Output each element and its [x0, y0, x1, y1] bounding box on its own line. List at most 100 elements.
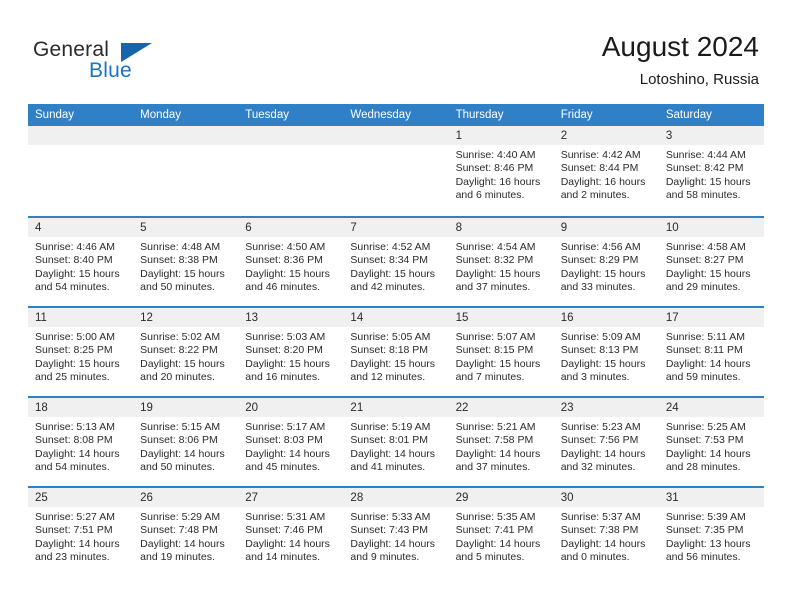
sunrise-text: Sunrise: 5:37 AM [560, 511, 641, 523]
day-cell[interactable]: 6 Sunrise: 4:50 AM Sunset: 8:36 PM Daylight… [238, 218, 344, 306]
day-number: 10 [665, 222, 679, 234]
sunset-text: Sunset: 8:25 PM [35, 344, 113, 357]
general-blue-logo[interactable]: General Blue [33, 38, 233, 88]
day-info: Sunrise: 5:15 AM Sunset: 8:06 PM Daylight:… [133, 417, 238, 475]
day-cell[interactable]: 13 Sunrise: 5:03 AM Sunset: 8:20 PM Dayligh… [238, 308, 344, 396]
day-number: 25 [35, 492, 48, 504]
day-cell[interactable]: 26 Sunrise: 5:29 AM Sunset: 7:48 PM Dayligh… [133, 488, 239, 576]
daylight-text: and 46 minutes. [245, 281, 320, 294]
sunrise-text: Sunrise: 4:48 AM [140, 241, 221, 253]
day-info: Sunrise: 4:54 AM Sunset: 8:32 PM Daylight:… [449, 237, 554, 295]
day-number: 5 [140, 222, 147, 234]
week-row: 18 Sunrise: 5:13 AM Sunset: 8:08 PM Dayligh… [28, 396, 764, 486]
day-info: Sunrise: 5:19 AM Sunset: 8:01 PM Daylight:… [343, 417, 448, 475]
day-number-strip: 26 [133, 488, 239, 507]
day-cell[interactable]: 27 Sunrise: 5:31 AM Sunset: 7:46 PM Dayligh… [238, 488, 344, 576]
day-number: 9 [560, 222, 568, 234]
day-number: 23 [560, 402, 574, 414]
day-number: 16 [560, 312, 574, 324]
day-number-strip: 6 [238, 218, 344, 237]
day-cell[interactable]: 14 Sunrise: 5:05 AM Sunset: 8:18 PM Dayligh… [343, 308, 449, 396]
day-number: 11 [35, 312, 47, 324]
sunset-text: Sunset: 8:08 PM [35, 434, 113, 447]
sunset-text: Sunset: 8:22 PM [140, 344, 218, 357]
day-cell[interactable]: 4 Sunrise: 4:46 AM Sunset: 8:40 PM Daylight… [28, 218, 134, 306]
day-cell[interactable]: 15 Sunrise: 5:07 AM Sunset: 8:15 PM Dayligh… [448, 308, 554, 396]
day-number-strip: 2 [553, 126, 659, 145]
day-cell[interactable]: 8 Sunrise: 4:54 AM Sunset: 8:32 PM Daylight… [448, 218, 554, 306]
day-cell[interactable]: 31 Sunrise: 5:39 AM Sunset: 7:35 PM Dayligh… [658, 488, 764, 576]
day-cell[interactable]: 24 Sunrise: 5:25 AM Sunset: 7:53 PM Dayligh… [658, 398, 764, 486]
day-number-strip: 9 [553, 218, 659, 237]
day-cell[interactable]: 23 Sunrise: 5:23 AM Sunset: 7:56 PM Dayligh… [553, 398, 659, 486]
day-info: Sunrise: 5:35 AM Sunset: 7:41 PM Daylight:… [449, 507, 554, 565]
day-number: 7 [350, 222, 357, 234]
day-cell[interactable]: 17 Sunrise: 5:11 AM Sunset: 8:11 PM Dayligh… [658, 308, 764, 396]
sunset-text: Sunset: 7:56 PM [560, 434, 639, 447]
day-cell[interactable]: 16 Sunrise: 5:09 AM Sunset: 8:13 PM Dayligh… [553, 308, 659, 396]
day-cell[interactable]: 9 Sunrise: 4:56 AM Sunset: 8:29 PM Daylight… [553, 218, 659, 306]
day-cell[interactable]: 1 Sunrise: 4:40 AM Sunset: 8:46 PM Daylight… [448, 126, 554, 216]
day-cell[interactable]: 7 Sunrise: 4:52 AM Sunset: 8:34 PM Daylight… [343, 218, 449, 306]
day-number-strip: 1 [448, 126, 554, 145]
day-number-strip: 5 [133, 218, 239, 237]
daylight-text: Daylight: 15 hours [140, 357, 225, 370]
sunrise-text: Sunrise: 5:29 AM [140, 511, 221, 523]
sunrise-text: Sunrise: 5:05 AM [350, 331, 431, 343]
day-number-strip: 13 [238, 308, 344, 327]
daylight-text: Daylight: 14 hours [350, 447, 436, 460]
daylight-text: Daylight: 15 hours [245, 357, 330, 370]
day-number: 24 [665, 402, 679, 414]
day-cell[interactable]: 21 Sunrise: 5:19 AM Sunset: 8:01 PM Dayligh… [343, 398, 449, 486]
day-number: 26 [140, 492, 153, 504]
sunrise-text: Sunrise: 5:39 AM [665, 511, 746, 523]
day-cell[interactable]: 10 Sunrise: 4:58 AM Sunset: 8:27 PM Dayligh… [658, 218, 764, 306]
daylight-text: Daylight: 15 hours [665, 175, 751, 188]
daylight-text: and 5 minutes. [455, 551, 525, 564]
daylight-text: and 12 minutes. [350, 371, 426, 384]
sunrise-text: Sunrise: 4:54 AM [455, 241, 536, 253]
day-number: 17 [665, 312, 679, 324]
daylight-text: Daylight: 15 hours [665, 267, 751, 280]
daylight-text: and 2 minutes. [560, 189, 630, 202]
daylight-text: Daylight: 15 hours [140, 267, 225, 280]
day-info: Sunrise: 5:00 AM Sunset: 8:25 PM Daylight:… [28, 327, 133, 385]
day-info: Sunrise: 5:25 AM Sunset: 7:53 PM Daylight:… [659, 417, 764, 475]
day-cell[interactable]: 11 Sunrise: 5:00 AM Sunset: 8:25 PM Dayligh… [28, 308, 134, 396]
sunrise-text: Sunrise: 4:46 AM [35, 241, 115, 253]
daylight-text: Daylight: 14 hours [560, 537, 646, 550]
day-cell[interactable]: 30 Sunrise: 5:37 AM Sunset: 7:38 PM Dayligh… [553, 488, 659, 576]
day-cell[interactable]: 19 Sunrise: 5:15 AM Sunset: 8:06 PM Dayligh… [133, 398, 239, 486]
day-number: 18 [35, 402, 48, 414]
sunset-text: Sunset: 7:58 PM [455, 434, 534, 447]
day-info: Sunrise: 5:03 AM Sunset: 8:20 PM Daylight:… [238, 327, 343, 385]
day-cell[interactable]: 20 Sunrise: 5:17 AM Sunset: 8:03 PM Dayligh… [238, 398, 344, 486]
daylight-text: and 41 minutes. [350, 461, 426, 474]
week-row: 4 Sunrise: 4:46 AM Sunset: 8:40 PM Daylight… [28, 216, 764, 306]
day-number-strip: 23 [553, 398, 659, 417]
day-info: Sunrise: 5:13 AM Sunset: 8:08 PM Daylight:… [28, 417, 133, 475]
day-number: 20 [245, 402, 259, 414]
day-cell[interactable]: 25 Sunrise: 5:27 AM Sunset: 7:51 PM Dayligh… [28, 488, 134, 576]
daylight-text: and 59 minutes. [665, 371, 741, 384]
weekday-header-monday: Monday [140, 109, 182, 121]
day-cell[interactable]: 3 Sunrise: 4:44 AM Sunset: 8:42 PM Daylight… [658, 126, 764, 216]
sunrise-text: Sunrise: 5:11 AM [665, 331, 746, 343]
day-number: 28 [350, 492, 364, 504]
daylight-text: and 19 minutes. [140, 551, 215, 564]
day-cell[interactable]: 5 Sunrise: 4:48 AM Sunset: 8:38 PM Daylight… [133, 218, 239, 306]
sunrise-text: Sunrise: 4:50 AM [245, 241, 326, 253]
day-number: 19 [140, 402, 153, 414]
day-cell[interactable]: 12 Sunrise: 5:02 AM Sunset: 8:22 PM Dayligh… [133, 308, 239, 396]
sunrise-text: Sunrise: 5:33 AM [350, 511, 431, 523]
daylight-text: Daylight: 14 hours [245, 537, 330, 550]
daylight-text: and 50 minutes. [140, 461, 215, 474]
day-cell[interactable]: 29 Sunrise: 5:35 AM Sunset: 7:41 PM Dayligh… [448, 488, 554, 576]
day-cell[interactable]: 2 Sunrise: 4:42 AM Sunset: 8:44 PM Daylight… [553, 126, 659, 216]
day-number-strip: 16 [553, 308, 659, 327]
day-cell[interactable]: 18 Sunrise: 5:13 AM Sunset: 8:08 PM Dayligh… [28, 398, 134, 486]
daylight-text: Daylight: 14 hours [455, 537, 541, 550]
day-cell[interactable]: 22 Sunrise: 5:21 AM Sunset: 7:58 PM Dayligh… [448, 398, 554, 486]
day-info: Sunrise: 4:56 AM Sunset: 8:29 PM Daylight:… [554, 237, 659, 295]
day-cell[interactable]: 28 Sunrise: 5:33 AM Sunset: 7:43 PM Dayligh… [343, 488, 449, 576]
